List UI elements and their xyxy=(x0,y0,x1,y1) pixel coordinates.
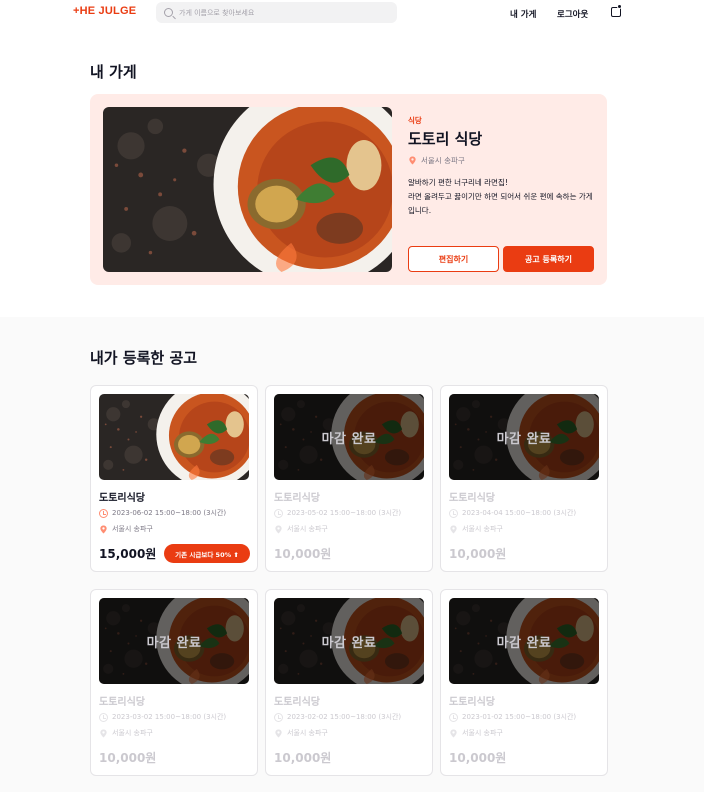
post-address: 서울시 송파구 xyxy=(449,728,503,738)
clock-icon xyxy=(274,508,283,518)
post-image: 마감 완료 xyxy=(274,598,424,684)
post-address-text: 서울시 송파구 xyxy=(112,525,153,533)
clock-icon xyxy=(449,712,458,722)
location-pin-icon xyxy=(450,728,457,738)
clock-icon xyxy=(449,508,458,518)
post-store-name: 도토리식당 xyxy=(99,697,145,708)
post-address-text: 서울시 송파구 xyxy=(112,729,153,737)
post-address-text: 서울시 송파구 xyxy=(462,729,503,737)
post-image: 마감 완료 xyxy=(99,598,249,684)
post-time-text: 2023-06-02 15:00~18:00 (3시간) xyxy=(112,509,227,517)
post-address: 서울시 송파구 xyxy=(449,524,503,534)
post-address: 서울시 송파구 xyxy=(99,728,153,738)
post-time-text: 2023-02-02 15:00~18:00 (3시간) xyxy=(287,713,402,721)
post-card[interactable]: 마감 완료 도토리식당 2023-03-02 15:00~18:00 (3시간)… xyxy=(90,589,258,776)
post-store-name: 도토리식당 xyxy=(449,493,495,504)
location-pin-icon xyxy=(450,524,457,534)
search-icon xyxy=(164,8,173,17)
post-image xyxy=(99,394,249,480)
closed-overlay: 마감 완료 xyxy=(449,394,599,480)
post-time: 2023-04-04 15:00~18:00 (3시간) xyxy=(449,508,576,518)
post-address-text: 서울시 송파구 xyxy=(462,525,503,533)
clock-icon xyxy=(99,508,108,518)
closed-overlay: 마감 완료 xyxy=(99,598,249,684)
post-address-text: 서울시 송파구 xyxy=(287,729,328,737)
post-time: 2023-01-02 15:00~18:00 (3시간) xyxy=(449,712,576,722)
nav-my-store-link[interactable]: 내 가게 xyxy=(510,8,536,20)
store-address: 서울시 송파구 xyxy=(408,155,465,166)
location-pin-icon xyxy=(100,728,107,738)
post-address: 서울시 송파구 xyxy=(99,524,153,534)
wage-increase-badge: 기존 시급보다 50% ⬆ xyxy=(164,544,250,563)
location-pin-icon xyxy=(275,728,282,738)
post-time-text: 2023-05-02 15:00~18:00 (3시간) xyxy=(287,509,402,517)
post-address-text: 서울시 송파구 xyxy=(287,525,328,533)
post-time: 2023-02-02 15:00~18:00 (3시간) xyxy=(274,712,401,722)
register-post-button[interactable]: 공고 등록하기 xyxy=(503,246,594,272)
closed-overlay: 마감 완료 xyxy=(449,598,599,684)
my-posts-title: 내가 등록한 공고 xyxy=(90,349,198,367)
store-address-text: 서울시 송파구 xyxy=(421,156,465,165)
post-time-text: 2023-04-04 15:00~18:00 (3시간) xyxy=(462,509,577,517)
post-card[interactable]: 마감 완료 도토리식당 2023-02-02 15:00~18:00 (3시간)… xyxy=(265,589,433,776)
post-time: 2023-03-02 15:00~18:00 (3시간) xyxy=(99,712,226,722)
clock-icon xyxy=(274,712,283,722)
post-card[interactable]: 마감 완료 도토리식당 2023-04-04 15:00~18:00 (3시간)… xyxy=(440,385,608,572)
logo[interactable]: +HE JULGE xyxy=(73,5,136,17)
location-pin-icon xyxy=(409,156,416,165)
post-store-name: 도토리식당 xyxy=(274,697,320,708)
store-card: 식당 도토리 식당 서울시 송파구 알바하기 편한 너구리네 라면집! 라면 올… xyxy=(90,94,607,285)
top-navbar: +HE JULGE 내 가게 로그아웃 xyxy=(0,0,704,25)
clock-icon xyxy=(99,712,108,722)
store-name: 도토리 식당 xyxy=(408,130,483,148)
post-wage: 10,000원 xyxy=(449,547,507,561)
post-time: 2023-06-02 15:00~18:00 (3시간) xyxy=(99,508,226,518)
post-wage: 10,000원 xyxy=(99,751,157,765)
post-store-name: 도토리식당 xyxy=(274,493,320,504)
store-description: 알바하기 편한 너구리네 라면집! 라면 올려두고 끓이기만 하면 되어서 쉬운… xyxy=(408,178,593,215)
post-card[interactable]: 마감 완료 도토리식당 2023-01-02 15:00~18:00 (3시간)… xyxy=(440,589,608,776)
post-address: 서울시 송파구 xyxy=(274,524,328,534)
post-card[interactable]: 도토리식당 2023-06-02 15:00~18:00 (3시간) 서울시 송… xyxy=(90,385,258,572)
closed-overlay: 마감 완료 xyxy=(274,394,424,480)
post-time-text: 2023-01-02 15:00~18:00 (3시간) xyxy=(462,713,577,721)
nav-logout-link[interactable]: 로그아웃 xyxy=(557,8,588,20)
store-image xyxy=(103,107,392,272)
location-pin-icon xyxy=(100,524,107,534)
post-image: 마감 완료 xyxy=(449,394,599,480)
post-time-text: 2023-03-02 15:00~18:00 (3시간) xyxy=(112,713,227,721)
location-pin-icon xyxy=(275,524,282,534)
edit-store-button[interactable]: 편집하기 xyxy=(408,246,499,272)
post-store-name: 도토리식당 xyxy=(99,493,145,504)
post-card[interactable]: 마감 완료 도토리식당 2023-05-02 15:00~18:00 (3시간)… xyxy=(265,385,433,572)
post-image: 마감 완료 xyxy=(449,598,599,684)
post-wage: 15,000원 xyxy=(99,547,157,561)
post-wage: 10,000원 xyxy=(274,751,332,765)
my-store-title: 내 가게 xyxy=(90,63,137,81)
post-wage: 10,000원 xyxy=(274,547,332,561)
store-category: 식당 xyxy=(408,116,422,125)
search-input[interactable] xyxy=(179,8,379,17)
post-time: 2023-05-02 15:00~18:00 (3시간) xyxy=(274,508,401,518)
post-image: 마감 완료 xyxy=(274,394,424,480)
post-wage: 10,000원 xyxy=(449,751,507,765)
post-store-name: 도토리식당 xyxy=(449,697,495,708)
post-address: 서울시 송파구 xyxy=(274,728,328,738)
closed-overlay: 마감 완료 xyxy=(274,598,424,684)
search-bar[interactable] xyxy=(156,2,397,23)
